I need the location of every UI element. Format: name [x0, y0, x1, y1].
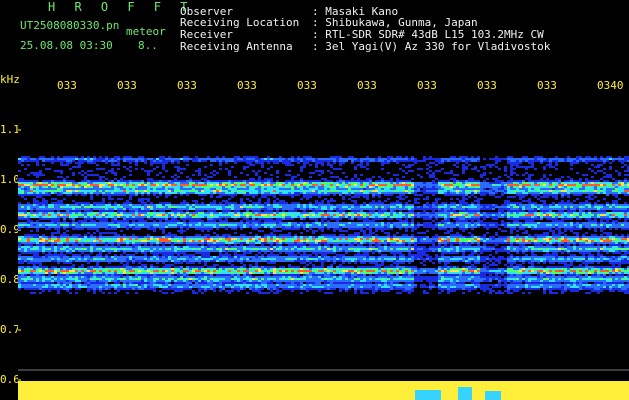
antenna-label: Receiving Antenna	[180, 40, 293, 53]
signal-level-band	[18, 381, 629, 400]
x-tick-label: 033	[537, 79, 557, 92]
x-tick-label: 033	[117, 79, 137, 92]
y-tick-label: 1.1	[0, 123, 20, 136]
x-tick-label: 033	[357, 79, 377, 92]
app-title: H R O F F T	[48, 0, 194, 14]
x-tick-label: 033	[177, 79, 197, 92]
x-tick-label: 033	[477, 79, 497, 92]
signal-level-band-gap	[415, 390, 441, 400]
signal-level-band-gap	[485, 391, 501, 400]
y-tick-label: 0.9	[0, 223, 20, 236]
count-value: 8..	[138, 39, 158, 52]
signal-level-band-gap	[458, 387, 472, 400]
x-tick-label: 033	[297, 79, 317, 92]
x-tick-label: 033	[237, 79, 257, 92]
spectrogram-window: { "header": { "title": "H R O F F T", "f…	[0, 0, 629, 400]
timestamp: 25.08.08 03:30	[20, 39, 113, 52]
y-tick-label: 0.7	[0, 323, 20, 336]
y-axis-unit: kHz	[0, 73, 20, 86]
antenna-value: : 3el Yagi(V) Az 330 for Vladivostok	[312, 40, 551, 53]
x-tick-label: 033	[417, 79, 437, 92]
y-tick-label: 0.6	[0, 373, 20, 386]
y-tick-label: 1.0	[0, 173, 20, 186]
file-name: UT2508080330.pn	[20, 19, 120, 32]
y-tick-label: 0.8	[0, 273, 20, 286]
x-tick-label: 0340	[597, 79, 624, 92]
spectrogram-plot	[18, 98, 629, 400]
x-tick-label: 033	[57, 79, 77, 92]
category-tag: meteor	[126, 25, 166, 38]
